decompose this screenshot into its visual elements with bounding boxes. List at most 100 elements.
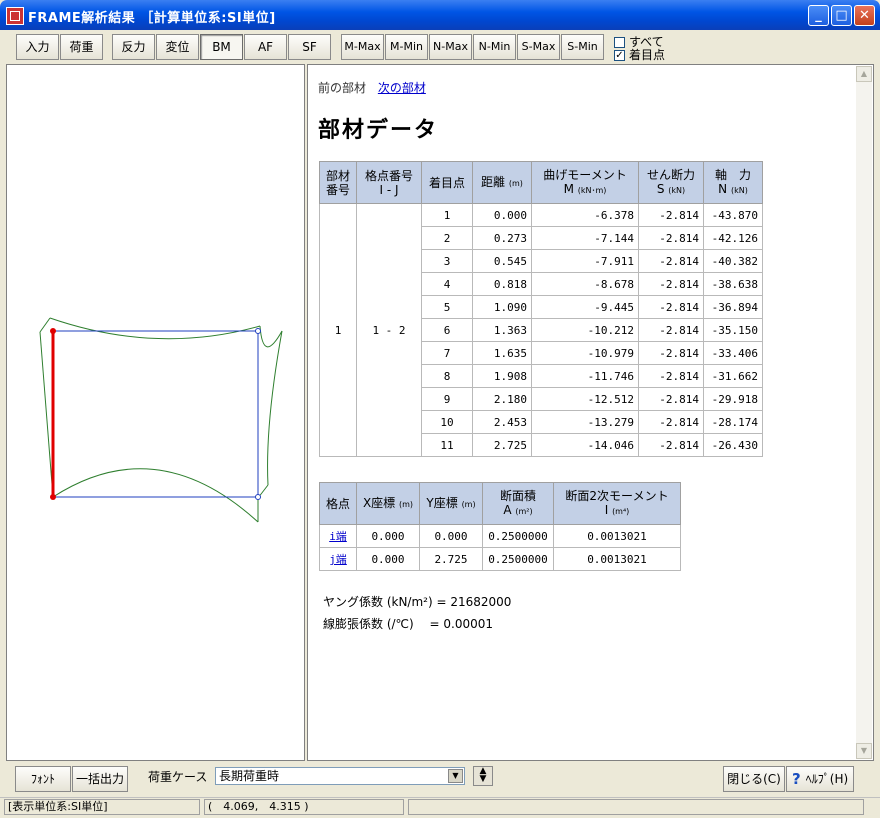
col-y: Y座標 (m) [419, 482, 483, 525]
distance-cell: 0.273 [472, 226, 532, 250]
scroll-up-icon[interactable]: ▲ [856, 66, 872, 82]
frame-diagram-pane[interactable] [6, 64, 305, 761]
moment-cell: -9.445 [531, 295, 639, 319]
node-rows: i端 0.000 0.000 0.2500000 0.0013021 j端 0.000 2.7… [319, 524, 681, 571]
point-cell: 11 [421, 433, 473, 457]
table-row: 11 - 2 1 0.000 -6.378 -2.814 -43.870 [319, 203, 763, 457]
distance-cell: 2.453 [472, 410, 532, 434]
node-bottom-right[interactable] [255, 494, 261, 500]
n-max-button[interactable]: N-Max [429, 34, 472, 60]
help-button[interactable]: ? ﾍﾙﾌﾟ(H) [786, 766, 854, 792]
point-cell: 4 [421, 272, 473, 296]
col-x: X座標 (m) [356, 482, 420, 525]
area-cell: 0.2500000 [482, 524, 554, 548]
axial-cell: -29.918 [703, 387, 763, 411]
load-case-select[interactable]: 長期荷重時 ▼ [215, 767, 465, 785]
shear-cell: -2.814 [638, 318, 704, 342]
status-units: [表示単位系:SI単位] [4, 799, 200, 815]
moment-cell: -14.046 [531, 433, 639, 457]
node-top-left[interactable] [50, 328, 56, 334]
col-distance: 距離 (m) [472, 161, 532, 204]
member-data-pane: 前の部材 次の部材 部材データ 部材 番号 格点番号 I - J 着目点 距離 (m… [307, 64, 874, 761]
vertical-scrollbar[interactable]: ▲ ▼ [856, 66, 872, 759]
close-button[interactable]: 閉じる(C) [723, 766, 785, 792]
node-table: 格点 X座標 (m) Y座標 (m) 断面積 A (m²) 断面2次モーメント I … [319, 482, 681, 571]
chevron-down-icon[interactable]: ▼ [448, 769, 463, 783]
axial-cell: -42.126 [703, 226, 763, 250]
member-data-content: 前の部材 次の部材 部材データ [318, 79, 858, 144]
shear-cell: -2.814 [638, 433, 704, 457]
moment-cell: -7.144 [531, 226, 639, 250]
node-link[interactable]: i端 [319, 524, 357, 548]
export-all-button[interactable]: 一括出力 [72, 766, 128, 792]
x-cell: 0.000 [356, 524, 420, 548]
col-node-no: 格点番号 I - J [356, 161, 422, 204]
all-checkbox[interactable] [614, 37, 625, 48]
member-rows: 11 - 2 1 0.000 -6.378 -2.814 -43.870 2 0.273 -7.… [319, 203, 763, 457]
distance-cell: 1.363 [472, 318, 532, 342]
moment-curve-top [49, 317, 261, 340]
reaction-button[interactable]: 反力 [112, 34, 155, 60]
s-max-button[interactable]: S-Max [517, 34, 560, 60]
sf-button[interactable]: SF [288, 34, 331, 60]
s-min-button[interactable]: S-Min [561, 34, 604, 60]
load-button[interactable]: 荷重 [60, 34, 103, 60]
distance-cell: 2.725 [472, 433, 532, 457]
m-max-button[interactable]: M-Max [341, 34, 384, 60]
moment-curve-right [267, 330, 283, 486]
inertia-cell: 0.0013021 [553, 524, 681, 548]
point-cell: 10 [421, 410, 473, 434]
app-icon[interactable] [6, 7, 24, 25]
shear-cell: -2.814 [638, 341, 704, 365]
node-bottom-left[interactable] [50, 494, 56, 500]
font-button[interactable]: ﾌｫﾝﾄ [15, 766, 71, 792]
axial-cell: -43.870 [703, 203, 763, 227]
focus-point-checkbox[interactable]: ✓ [614, 50, 625, 61]
x-cell: 0.000 [356, 547, 420, 571]
axial-cell: -35.150 [703, 318, 763, 342]
node-link[interactable]: j端 [319, 547, 357, 571]
next-member-link[interactable]: 次の部材 [378, 81, 426, 95]
shear-cell: -2.814 [638, 410, 704, 434]
help-button-label: ﾍﾙﾌﾟ(H) [805, 772, 849, 786]
load-case-spinner[interactable]: ▲ ▼ [473, 766, 493, 786]
member-nav: 前の部材 次の部材 [318, 79, 858, 96]
af-button[interactable]: AF [244, 34, 287, 60]
node-top-right[interactable] [255, 328, 261, 334]
point-cell: 3 [421, 249, 473, 273]
distance-cell: 1.090 [472, 295, 532, 319]
young-modulus: ヤング係数 (kN/m²) = 21682000 [323, 595, 512, 609]
moment-cell: -7.911 [531, 249, 639, 273]
shear-cell: -2.814 [638, 203, 704, 227]
status-extra [408, 799, 864, 815]
point-cell: 6 [421, 318, 473, 342]
maximize-button[interactable]: □ [831, 5, 852, 26]
input-button[interactable]: 入力 [16, 34, 59, 60]
close-window-button[interactable]: ✕ [854, 5, 875, 26]
moment-cell: -11.746 [531, 364, 639, 388]
moment-cell: -10.212 [531, 318, 639, 342]
n-min-button[interactable]: N-Min [473, 34, 516, 60]
m-min-button[interactable]: M-Min [385, 34, 428, 60]
minimize-button[interactable]: _ [808, 5, 829, 26]
shear-cell: -2.814 [638, 226, 704, 250]
load-case-value: 長期荷重時 [219, 769, 280, 783]
y-cell: 0.000 [419, 524, 483, 548]
member-no-cell: 1 [319, 203, 357, 457]
shear-cell: -2.814 [638, 364, 704, 388]
moment-edge-bottom-right [257, 484, 269, 522]
point-cell: 1 [421, 203, 473, 227]
col-point: 着目点 [421, 161, 473, 204]
frame-diagram [39, 317, 283, 523]
bm-button[interactable]: BM [200, 34, 243, 60]
node-no-cell: 1 - 2 [356, 203, 422, 457]
point-cell: 7 [421, 341, 473, 365]
point-cell: 8 [421, 364, 473, 388]
y-cell: 2.725 [419, 547, 483, 571]
moment-cell: -8.678 [531, 272, 639, 296]
member-table: 部材 番号 格点番号 I - J 着目点 距離 (m) 曲げモーメント M (kN･m… [319, 161, 763, 457]
thermal-coefficient: 線膨張係数 (/℃) = 0.00001 [323, 617, 494, 631]
scroll-down-icon[interactable]: ▼ [856, 743, 872, 759]
distance-cell: 0.000 [472, 203, 532, 227]
displacement-button[interactable]: 変位 [156, 34, 199, 60]
